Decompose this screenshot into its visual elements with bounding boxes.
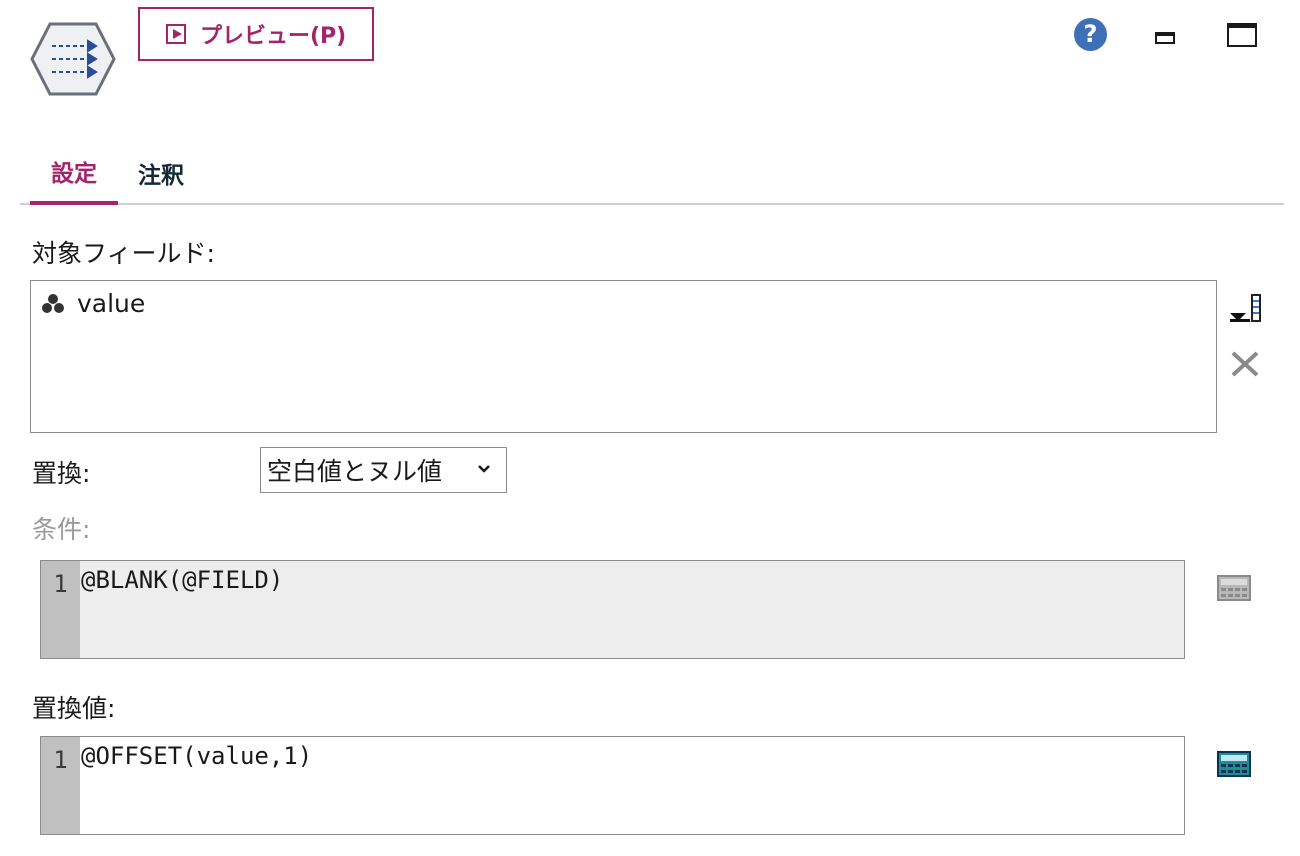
tabs-divider — [20, 203, 1284, 205]
preview-button[interactable]: プレビュー(P) — [138, 7, 374, 61]
replace-label: 置換: — [32, 459, 91, 488]
maximize-icon[interactable] — [1227, 23, 1257, 47]
line-number: 1 — [41, 737, 80, 834]
pick-field-icon[interactable] — [1228, 293, 1264, 325]
expression-builder-icon — [1217, 575, 1251, 601]
help-icon[interactable]: ? — [1074, 18, 1107, 51]
replace-value-label: 置換値: — [32, 694, 116, 723]
field-name: value — [77, 289, 146, 318]
replace-select-value: 空白値とヌル値 — [267, 457, 443, 486]
expression-builder-icon[interactable] — [1217, 751, 1251, 777]
field-list[interactable]: value — [30, 280, 1217, 433]
preview-button-label: プレビュー(P) — [200, 24, 347, 49]
chevron-down-icon — [478, 465, 490, 473]
condition-label: 条件: — [32, 515, 91, 544]
tab-annotations[interactable]: 注釈 — [138, 156, 184, 190]
replace-value-code: @OFFSET(value,1) — [81, 742, 313, 770]
set-type-icon — [42, 293, 64, 313]
replace-select[interactable]: 空白値とヌル値 — [260, 447, 507, 493]
minimize-icon[interactable] — [1155, 32, 1175, 44]
condition-code: @BLANK(@FIELD) — [81, 566, 284, 594]
condition-editor[interactable]: 1 @BLANK(@FIELD) — [40, 560, 1185, 659]
replace-value-editor[interactable]: 1 @OFFSET(value,1) — [40, 736, 1185, 835]
close-icon[interactable] — [1230, 350, 1260, 378]
play-icon — [166, 24, 186, 44]
line-number: 1 — [41, 561, 80, 658]
tab-settings[interactable]: 設定 — [30, 150, 118, 205]
list-item[interactable]: value — [41, 289, 145, 318]
fields-label: 対象フィールド: — [32, 239, 215, 268]
filler-node-icon — [30, 22, 116, 96]
